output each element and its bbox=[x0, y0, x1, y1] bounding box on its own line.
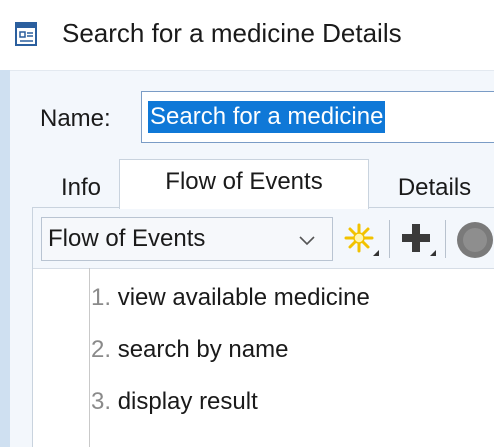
name-label: Name: bbox=[40, 105, 111, 132]
tab-info[interactable]: Info bbox=[50, 169, 112, 207]
new-sparkle-icon[interactable] bbox=[339, 218, 383, 260]
content-area: Name: Search for a medicine Info Flow of… bbox=[10, 71, 494, 447]
details-icon bbox=[15, 22, 37, 46]
step-number: 3. bbox=[91, 388, 118, 415]
flow-toolbar: Flow of Events bbox=[33, 208, 494, 269]
window-title: Search for a medicine Details bbox=[62, 18, 402, 48]
toolbar-separator bbox=[389, 220, 390, 258]
list-item[interactable]: 1. view available medicine bbox=[91, 276, 370, 320]
chevron-down-icon bbox=[299, 236, 315, 246]
gray-circle-icon[interactable] bbox=[451, 218, 494, 260]
flow-steps-list: 1. view available medicine 2. search by … bbox=[51, 268, 494, 447]
add-plus-icon[interactable] bbox=[395, 218, 439, 260]
title-bar[interactable]: Search for a medicine Details bbox=[0, 0, 494, 71]
flow-of-events-panel: Flow of Events 1. view available medicin… bbox=[32, 207, 494, 447]
details-window: Search for a medicine Details Name: Sear… bbox=[0, 0, 494, 447]
flow-type-dropdown-value: Flow of Events bbox=[48, 225, 206, 252]
step-text: display result bbox=[117, 388, 258, 415]
step-text: search by name bbox=[117, 336, 289, 363]
step-number: 1. bbox=[91, 284, 118, 311]
tab-details[interactable]: Details bbox=[375, 169, 494, 207]
list-item[interactable]: 3. display result bbox=[91, 380, 258, 424]
tab-flow-of-events[interactable]: Flow of Events bbox=[119, 159, 369, 209]
tab-bar: Info Flow of Events Details bbox=[10, 159, 494, 209]
flow-type-dropdown[interactable]: Flow of Events bbox=[41, 217, 333, 261]
step-number: 2. bbox=[91, 336, 118, 363]
toolbar-separator bbox=[445, 220, 446, 258]
step-text: view available medicine bbox=[117, 284, 370, 311]
list-margin-line bbox=[89, 268, 90, 447]
window-border bbox=[0, 70, 10, 447]
list-item[interactable]: 2. search by name bbox=[91, 328, 288, 372]
name-input[interactable]: Search for a medicine bbox=[141, 91, 494, 143]
name-input-selected-text: Search for a medicine bbox=[148, 101, 386, 133]
